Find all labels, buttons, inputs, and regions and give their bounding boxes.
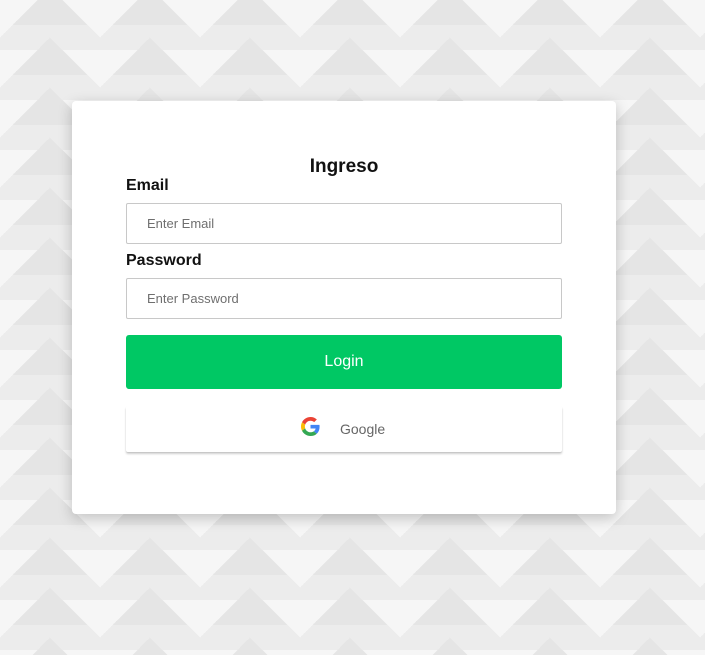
login-button[interactable]: Login [126, 335, 562, 389]
email-field[interactable] [126, 203, 562, 244]
google-sign-in-button[interactable]: Google [126, 406, 562, 452]
email-label: Email [126, 177, 169, 194]
password-field[interactable] [126, 278, 562, 319]
google-g-icon [301, 417, 320, 436]
password-label: Password [126, 252, 202, 269]
google-button-label: Google [340, 421, 386, 437]
page-title: Ingreso [309, 156, 379, 177]
login-card: Ingreso Email Password Login Google [72, 101, 616, 514]
